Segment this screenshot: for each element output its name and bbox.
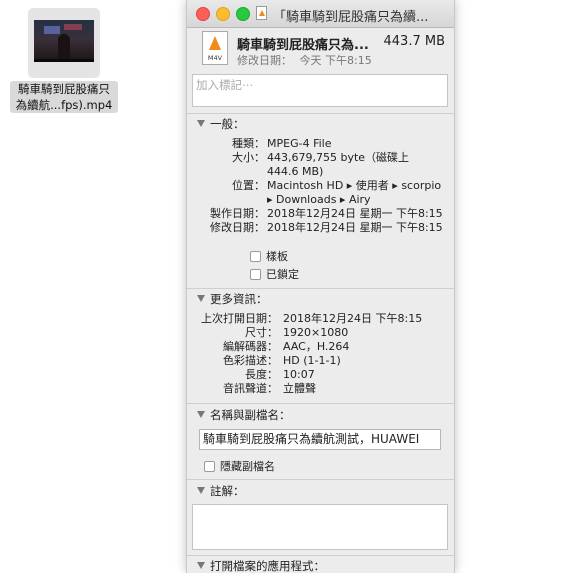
more-info-list: 上次打開日期： 2018年12月24日 下午8:15 尺寸： 1920×1080…: [187, 312, 454, 402]
audio-channels-value: 立體聲: [283, 382, 316, 395]
divider: [187, 403, 454, 404]
file-label-line2: 為續航...fps).mp4: [15, 98, 113, 112]
last-opened-label: 上次打開日期：: [201, 312, 278, 325]
kind-value: MPEG-4 File: [267, 137, 332, 150]
disclosure-triangle-icon[interactable]: [197, 487, 205, 494]
hide-extension-checkbox[interactable]: [204, 461, 215, 472]
section-name-extension[interactable]: 名稱與副檔名：: [197, 407, 291, 423]
disclosure-triangle-icon[interactable]: [197, 295, 205, 302]
general-info-list: 種類： MPEG-4 File 大小： 443,679,755 byte（磁碟上…: [187, 137, 454, 237]
modified-value: 今天 下午8:15: [299, 54, 372, 67]
divider: [187, 113, 454, 114]
window-title: 「騎車騎到屁股痛只為續...: [273, 10, 429, 25]
stationery-checkbox-row[interactable]: 樣板: [250, 248, 288, 264]
comments-input[interactable]: [192, 504, 448, 550]
tags-input[interactable]: 加入標記⋯: [192, 74, 448, 107]
color-profile-label: 色彩描述：: [223, 354, 278, 367]
disclosure-triangle-icon[interactable]: [197, 562, 205, 569]
section-open-with[interactable]: 打開檔案的應用程式：: [197, 558, 325, 573]
file-name-input-value: 騎車騎到屁股痛只為續航測試，HUAWEI: [203, 432, 420, 446]
file-type-icon: M4V: [202, 31, 228, 65]
title-bar[interactable]: 「騎車騎到屁股痛只為續...: [187, 0, 454, 28]
section-more-info-title: 更多資訊：: [210, 292, 268, 306]
divider: [187, 288, 454, 289]
stationery-label: 樣板: [266, 250, 288, 263]
section-name-extension-title: 名稱與副檔名：: [210, 408, 291, 422]
where-value: Macintosh HD ▸ 使用者 ▸ scorpio: [267, 179, 442, 192]
size-on-disk-value: 444.6 MB): [267, 165, 324, 178]
disclosure-triangle-icon[interactable]: [197, 411, 205, 418]
hide-extension-label: 隱藏副檔名: [220, 460, 275, 473]
section-general-title: 一般：: [210, 117, 245, 131]
size-value: 443,679,755 byte（磁碟上: [267, 151, 410, 164]
divider: [187, 479, 454, 480]
duration-value: 10:07: [283, 368, 315, 381]
tags-placeholder: 加入標記⋯: [196, 78, 254, 92]
info-header: M4V 騎車騎到屁股痛只為... 443.7 MB 修改日期： 今天 下午8:1…: [187, 28, 454, 72]
audio-channels-label: 音訊聲道：: [223, 382, 278, 395]
video-thumbnail: [34, 20, 94, 62]
kind-label: 種類：: [232, 137, 265, 150]
codecs-label: 編解碼器：: [223, 340, 278, 353]
locked-checkbox[interactable]: [250, 269, 261, 280]
desktop-file-icon[interactable]: [28, 8, 100, 78]
last-opened-value: 2018年12月24日 下午8:15: [283, 312, 423, 325]
created-value: 2018年12月24日 星期一 下午8:15: [267, 207, 443, 220]
size-label: 大小：: [232, 151, 265, 164]
dimensions-label: 尺寸：: [245, 326, 278, 339]
created-label: 製作日期：: [210, 207, 265, 220]
modified-date-value: 2018年12月24日 星期一 下午8:15: [267, 221, 443, 234]
duration-label: 長度：: [245, 368, 278, 381]
modified-date-label: 修改日期：: [210, 221, 265, 234]
disclosure-triangle-icon[interactable]: [197, 120, 205, 127]
file-name-input[interactable]: 騎車騎到屁股痛只為續航測試，HUAWEI: [199, 429, 441, 450]
dimensions-value: 1920×1080: [283, 326, 349, 339]
zoom-button[interactable]: [236, 7, 250, 21]
get-info-window: 「騎車騎到屁股痛只為續... M4V 騎車騎到屁股痛只為... 443.7 MB…: [186, 0, 455, 573]
color-profile-value: HD (1-1-1): [283, 354, 341, 367]
locked-label: 已鎖定: [266, 268, 299, 281]
file-name: 騎車騎到屁股痛只為...: [237, 38, 369, 53]
locked-checkbox-row[interactable]: 已鎖定: [250, 266, 299, 282]
modified-label: 修改日期：: [237, 54, 292, 67]
vlc-document-icon: [256, 6, 267, 20]
file-size: 443.7 MB: [383, 34, 445, 49]
section-more-info[interactable]: 更多資訊：: [197, 291, 268, 307]
minimize-button[interactable]: [216, 7, 230, 21]
stationery-checkbox[interactable]: [250, 251, 261, 262]
codecs-value: AAC，H.264: [283, 340, 350, 353]
file-type-tag: M4V: [207, 54, 223, 62]
close-button[interactable]: [196, 7, 210, 21]
where-value-cont: ▸ Downloads ▸ Airy: [267, 193, 371, 206]
section-comments[interactable]: 註解：: [197, 483, 245, 499]
desktop-file-label[interactable]: 騎車騎到屁股痛只 為續航...fps).mp4: [10, 81, 118, 113]
section-general[interactable]: 一般：: [197, 116, 245, 132]
divider: [187, 555, 454, 556]
modified-line: 修改日期： 今天 下午8:15: [237, 52, 372, 68]
section-open-with-title: 打開檔案的應用程式：: [210, 559, 325, 573]
where-label: 位置：: [232, 179, 265, 192]
file-label-line1: 騎車騎到屁股痛只: [18, 82, 110, 96]
hide-extension-row[interactable]: 隱藏副檔名: [204, 458, 275, 474]
section-comments-title: 註解：: [210, 484, 245, 498]
